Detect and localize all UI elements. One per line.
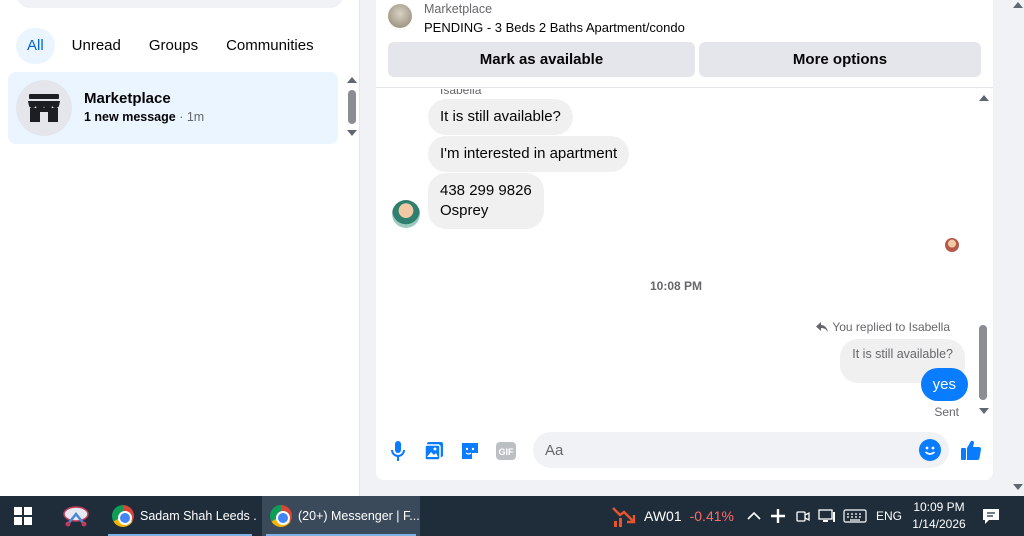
filter-tab-groups[interactable]: Groups: [138, 28, 209, 64]
seen-receipt-avatar: [945, 238, 959, 252]
stock-change: -0.41%: [689, 508, 734, 524]
show-hidden-icons-chevron-icon[interactable]: [747, 496, 761, 536]
stock-symbol: AW01: [644, 508, 682, 524]
chat-panel: Marketplace PENDING - 3 Beds 2 Baths Apa…: [376, 0, 993, 480]
input-language[interactable]: ENG: [876, 496, 902, 536]
sender-name: Isabella: [440, 89, 482, 97]
mark-as-available-button[interactable]: Mark as available: [388, 42, 695, 77]
delivery-status: Sent: [934, 405, 959, 419]
windows-logo-icon: [14, 507, 32, 525]
outgoing-message[interactable]: yes: [920, 368, 968, 401]
message-thread: Isabella It is still available? I'm inte…: [376, 89, 993, 419]
message-input-wrapper: [533, 432, 949, 468]
message-composer: GIF: [376, 432, 993, 470]
conversation-item-marketplace[interactable]: Marketplace 1 new message · 1m: [8, 72, 338, 144]
windows-taskbar: Sadam Shah Leeds ... (20+) Messenger | F…: [0, 496, 1024, 536]
listing-source: Marketplace: [424, 2, 493, 16]
search-input[interactable]: [16, 0, 344, 8]
taskbar-app-chrome-profile-1[interactable]: Sadam Shah Leeds ...: [104, 496, 256, 536]
conversation-preview-text: 1 new message: [84, 110, 176, 124]
message-input[interactable]: [545, 432, 905, 468]
scroll-up-arrow-icon[interactable]: [347, 77, 357, 83]
sender-avatar[interactable]: [392, 200, 420, 228]
conversation-time: · 1m: [179, 110, 205, 124]
start-button[interactable]: [14, 496, 32, 536]
scroll-down-arrow-icon[interactable]: [979, 408, 989, 414]
taskbar-app-label: Sadam Shah Leeds ...: [140, 509, 256, 523]
chrome-icon: [270, 505, 292, 527]
conversation-list-scrollbar[interactable]: [344, 72, 360, 144]
taskbar-app-label: (20+) Messenger | F...: [298, 509, 420, 523]
window-scroll-down-arrow-icon[interactable]: [1013, 484, 1023, 490]
thumbs-up-icon[interactable]: [959, 438, 983, 462]
incoming-message[interactable]: It is still available?: [428, 99, 573, 135]
clock-time: 10:09 PM: [913, 500, 965, 514]
listing-title[interactable]: PENDING - 3 Beds 2 Baths Apartment/condo: [424, 20, 685, 35]
emoji-icon[interactable]: [919, 439, 941, 461]
stock-widget[interactable]: AW01 -0.41%: [612, 496, 734, 536]
gif-icon[interactable]: GIF: [494, 439, 518, 463]
snipping-tool-icon[interactable]: [62, 496, 90, 536]
reply-arrow-icon: [816, 322, 829, 332]
clock-date: 1/14/2026: [912, 517, 966, 531]
more-options-button[interactable]: More options: [699, 42, 981, 77]
plus-icon[interactable]: [770, 496, 786, 536]
scrollbar-thumb[interactable]: [348, 90, 356, 124]
conversation-name: Marketplace: [84, 90, 171, 107]
marketplace-listing-header: Marketplace PENDING - 3 Beds 2 Baths Apa…: [376, 0, 993, 88]
photo-icon[interactable]: [422, 439, 446, 463]
notifications-icon[interactable]: [982, 496, 1000, 536]
filter-tab-all[interactable]: All: [16, 28, 55, 64]
filter-tabs: All Unread Groups Communities: [16, 28, 325, 64]
conversation-preview: 1 new message · 1m: [84, 110, 204, 124]
sticker-icon[interactable]: [458, 439, 482, 463]
reply-header-text: You replied to Isabella: [832, 320, 950, 334]
storefront-icon: [16, 80, 72, 136]
taskbar-app-messenger[interactable]: (20+) Messenger | F...: [262, 496, 420, 536]
network-monitor-icon[interactable]: [818, 496, 836, 536]
scroll-up-arrow-icon[interactable]: [979, 95, 989, 101]
chrome-icon: [112, 505, 134, 527]
filter-tab-unread[interactable]: Unread: [61, 28, 132, 64]
meet-now-camera-icon[interactable]: [795, 496, 811, 536]
reply-header: You replied to Isabella: [816, 320, 950, 334]
message-scrollbar-thumb[interactable]: [979, 325, 987, 400]
message-timestamp: 10:08 PM: [649, 279, 703, 293]
incoming-message[interactable]: 438 299 9826 Osprey: [428, 173, 544, 229]
filter-tab-communities[interactable]: Communities: [215, 28, 325, 64]
gif-label: GIF: [499, 447, 515, 457]
conversation-list-panel: All Unread Groups Communities Marketplac…: [0, 0, 360, 496]
microphone-icon[interactable]: [386, 439, 410, 463]
scroll-down-arrow-icon[interactable]: [347, 130, 357, 136]
listing-thumbnail[interactable]: [388, 4, 412, 28]
window-scroll-up-arrow-icon[interactable]: [1013, 2, 1023, 8]
keyboard-icon[interactable]: [843, 496, 867, 536]
system-clock[interactable]: 10:09 PM 1/14/2026: [904, 499, 974, 533]
incoming-message[interactable]: I'm interested in apartment: [428, 136, 630, 172]
stock-down-chart-icon: [612, 507, 636, 527]
